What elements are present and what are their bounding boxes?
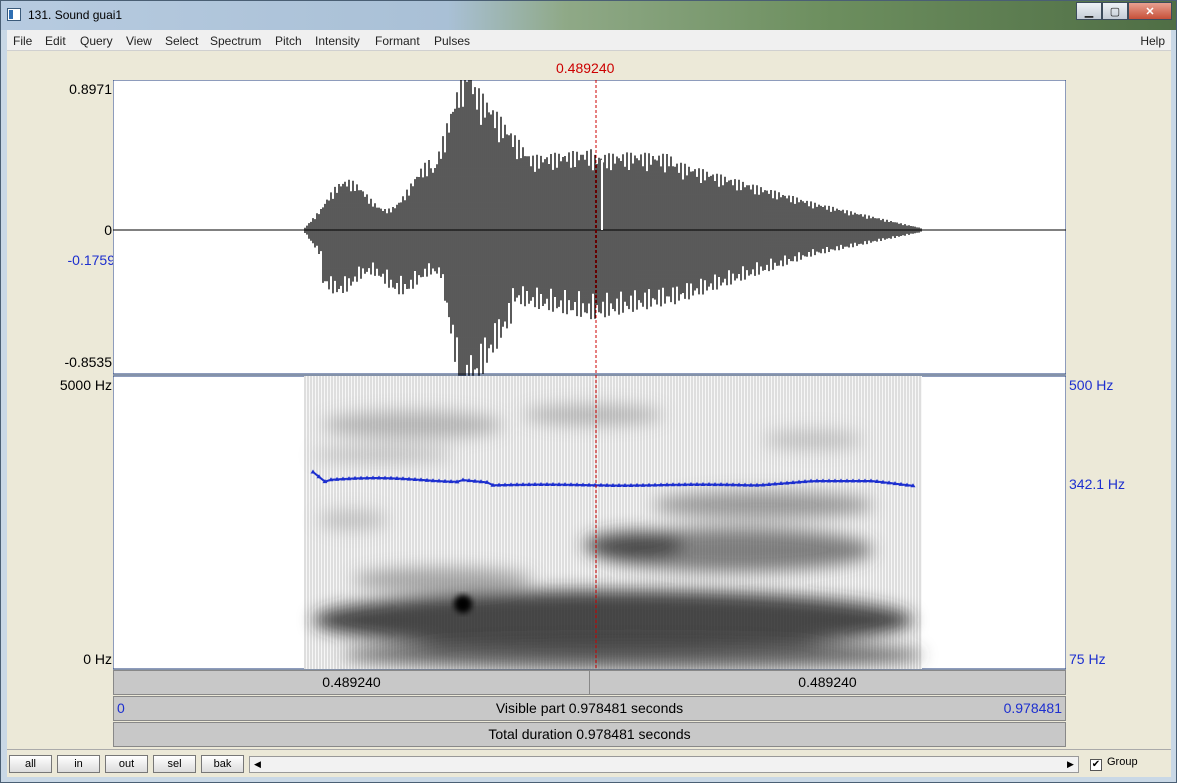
horizontal-scrollbar[interactable]: ◀ ▶ (249, 756, 1079, 773)
pitch-value-label: 342.1 Hz (1069, 476, 1126, 492)
zoom-out-button[interactable]: out (105, 755, 148, 773)
pitch-top-label: 500 Hz (1069, 377, 1114, 393)
visible-part-bar[interactable]: 0 Visible part 0.978481 seconds 0.978481 (113, 696, 1066, 721)
zoom-in-button[interactable]: in (57, 755, 100, 773)
menu-help[interactable]: Help (1140, 34, 1165, 48)
menu-pitch[interactable]: Pitch (275, 34, 302, 48)
pitch-bottom-label: 75 Hz (1069, 651, 1106, 667)
spectrogram-image (304, 376, 923, 669)
menu-formant[interactable]: Formant (375, 34, 420, 48)
editor-client-area: File Edit Query View Select Spectrum Pit… (7, 30, 1171, 777)
title-bar: 131. Sound guai1 ▁ ▢ ✕ (1, 1, 1176, 30)
group-label: Group (1107, 756, 1138, 768)
menu-view[interactable]: View (126, 34, 152, 48)
group-toggle[interactable]: ✔ Group (1090, 756, 1138, 771)
segment-left-label: 0.489240 (322, 674, 381, 690)
spectrogram-freq-bottom: 0 Hz (83, 651, 112, 667)
scroll-right-arrow-icon[interactable]: ▶ (1063, 757, 1078, 772)
waveform-y-max: 0.8971 (69, 81, 112, 97)
cursor-time-label: 0.489240 (556, 60, 615, 76)
window-title: 131. Sound guai1 (28, 8, 123, 22)
segment-left[interactable]: 0.489240 (113, 670, 590, 695)
waveform-y-min: -0.8535 (64, 354, 112, 370)
visible-end-label: 0.978481 (1003, 700, 1062, 716)
close-button[interactable]: ✕ (1128, 2, 1172, 20)
menu-file[interactable]: File (13, 34, 32, 48)
total-duration-text: Total duration 0.978481 seconds (488, 726, 691, 742)
menu-spectrum[interactable]: Spectrum (210, 34, 261, 48)
group-checkbox[interactable]: ✔ (1090, 759, 1102, 771)
spectrogram-freq-top: 5000 Hz (59, 377, 112, 393)
zoom-all-button[interactable]: all (9, 755, 52, 773)
zoom-selection-button[interactable]: sel (153, 755, 196, 773)
menu-select[interactable]: Select (165, 34, 198, 48)
minimize-button[interactable]: ▁ (1076, 2, 1102, 20)
maximize-button[interactable]: ▢ (1102, 2, 1128, 20)
menu-intensity[interactable]: Intensity (315, 34, 360, 48)
bottom-toolbar: all in out sel bak ◀ ▶ ✔ Group (7, 749, 1171, 777)
signal-display[interactable] (113, 80, 1066, 670)
waveform-cursor-value: -0.1759 (67, 252, 115, 268)
waveform-highlight (601, 160, 603, 230)
visible-part-text: Visible part 0.978481 seconds (495, 700, 684, 716)
praat-sound-window: 131. Sound guai1 ▁ ▢ ✕ File Edit Query V… (0, 0, 1177, 783)
zoom-back-button[interactable]: bak (201, 755, 244, 773)
segment-right[interactable]: 0.489240 (589, 670, 1066, 695)
total-duration-bar[interactable]: Total duration 0.978481 seconds (113, 722, 1066, 747)
praat-app-icon (7, 8, 21, 21)
menu-edit[interactable]: Edit (45, 34, 66, 48)
segment-right-label: 0.489240 (798, 674, 857, 690)
waveform-zero-label: 0 (104, 222, 112, 238)
menu-bar: File Edit Query View Select Spectrum Pit… (7, 30, 1171, 51)
menu-query[interactable]: Query (80, 34, 113, 48)
scroll-left-arrow-icon[interactable]: ◀ (250, 757, 265, 772)
menu-pulses[interactable]: Pulses (434, 34, 470, 48)
